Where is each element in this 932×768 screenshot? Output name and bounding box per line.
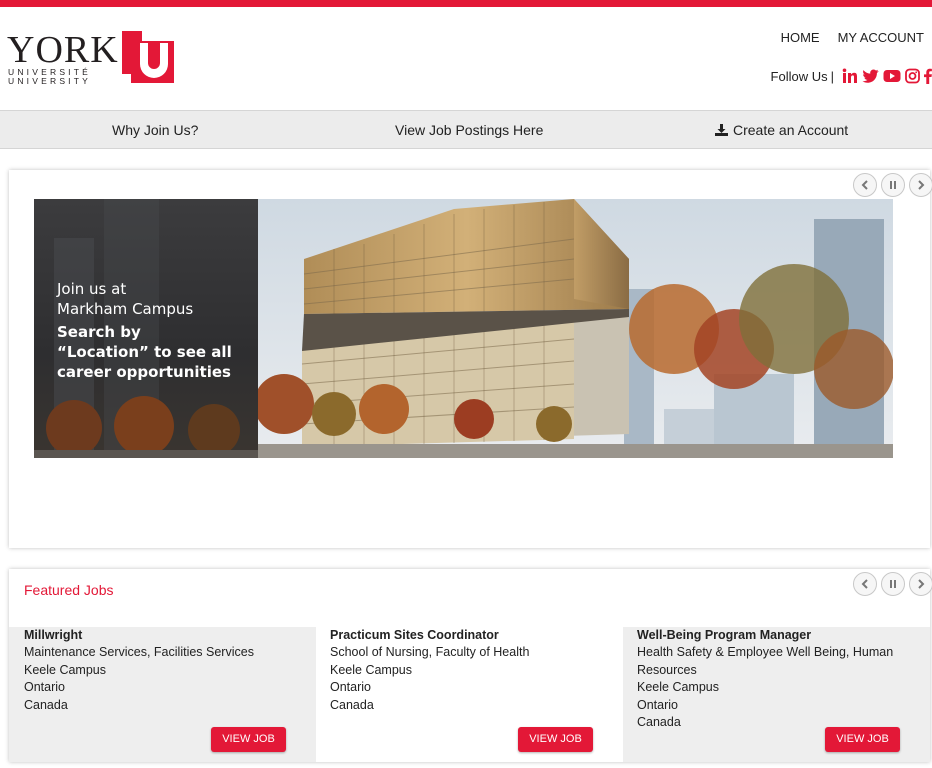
logo-english-line: UNIVERSITY bbox=[8, 76, 92, 86]
create-account-link[interactable]: Create an Account bbox=[715, 122, 848, 138]
logo-u-mark-icon bbox=[122, 31, 174, 83]
pause-icon bbox=[890, 181, 896, 189]
job-department: Maintenance Services, Facilities Service… bbox=[24, 645, 254, 660]
jobs-carousel-controls bbox=[853, 572, 932, 596]
job-country: Canada bbox=[330, 697, 374, 712]
follow-separator: | bbox=[830, 68, 834, 84]
markham-campus-banner[interactable]: Join us at Markham Campus Search by “Loc… bbox=[34, 199, 893, 458]
why-join-us-link[interactable]: Why Join Us? bbox=[112, 122, 198, 138]
banner-line-2: Markham Campus bbox=[57, 300, 194, 318]
york-university-logo[interactable]: YORK UNIVERSITÉ UNIVERSITY bbox=[7, 31, 177, 91]
facebook-icon[interactable] bbox=[924, 68, 932, 84]
job-province: Ontario bbox=[24, 680, 65, 695]
job-card-millwright: Millwright Maintenance Services, Facilit… bbox=[9, 627, 316, 762]
job-title[interactable]: Practicum Sites Coordinator bbox=[330, 627, 623, 644]
hero-prev-button[interactable] bbox=[853, 173, 877, 197]
logo-wordmark: YORK bbox=[7, 29, 119, 71]
job-country: Canada bbox=[24, 697, 68, 712]
banner-line-5: career opportunities bbox=[57, 363, 231, 381]
pause-icon bbox=[890, 580, 896, 588]
youtube-icon[interactable] bbox=[883, 68, 901, 84]
banner-line-4: “Location” to see all bbox=[57, 343, 232, 361]
job-campus: Keele Campus bbox=[24, 662, 106, 677]
main-menu-bar: Why Join Us? View Job Postings Here Crea… bbox=[0, 110, 932, 149]
job-campus: Keele Campus bbox=[330, 662, 412, 677]
view-job-postings-link[interactable]: View Job Postings Here bbox=[395, 122, 543, 138]
banner-line-1: Join us at bbox=[57, 280, 127, 298]
chevron-right-icon bbox=[918, 180, 925, 190]
twitter-icon[interactable] bbox=[862, 68, 879, 84]
jobs-next-button[interactable] bbox=[909, 572, 932, 596]
home-link[interactable]: HOME bbox=[781, 30, 820, 45]
chevron-left-icon bbox=[861, 180, 868, 190]
view-job-button[interactable]: VIEW JOB bbox=[825, 727, 900, 752]
jobs-pause-button[interactable] bbox=[881, 572, 905, 596]
download-icon bbox=[715, 124, 728, 136]
job-title[interactable]: Millwright bbox=[24, 627, 316, 644]
featured-jobs-section: Featured Jobs Millwright Maintenance Ser… bbox=[9, 569, 932, 762]
chevron-right-icon bbox=[918, 579, 925, 589]
banner-trees-decoration bbox=[34, 396, 258, 458]
chevron-left-icon bbox=[861, 579, 868, 589]
job-card-practicum-sites-coordinator: Practicum Sites Coordinator School of Nu… bbox=[316, 627, 623, 762]
job-province: Ontario bbox=[637, 697, 678, 712]
job-card-well-being-program-manager: Well-Being Program Manager Health Safety… bbox=[623, 627, 930, 762]
job-department: Health Safety & Employee Well Being, Hum… bbox=[637, 645, 894, 677]
job-department: School of Nursing, Faculty of Health bbox=[330, 645, 530, 660]
hero-pause-button[interactable] bbox=[881, 173, 905, 197]
hero-carousel: Join us at Markham Campus Search by “Loc… bbox=[9, 170, 932, 548]
banner-heading: Join us at Markham Campus bbox=[57, 279, 193, 319]
top-navigation: HOME MY ACCOUNT bbox=[781, 30, 924, 45]
job-campus: Keele Campus bbox=[637, 680, 719, 695]
job-title[interactable]: Well-Being Program Manager bbox=[637, 627, 930, 644]
job-province: Ontario bbox=[330, 680, 371, 695]
view-job-button[interactable]: VIEW JOB bbox=[518, 727, 593, 752]
jobs-prev-button[interactable] bbox=[853, 572, 877, 596]
create-account-label: Create an Account bbox=[733, 122, 849, 138]
hero-carousel-controls bbox=[853, 173, 932, 197]
instagram-icon[interactable] bbox=[905, 68, 920, 84]
site-header: YORK UNIVERSITÉ UNIVERSITY HOME MY ACCOU… bbox=[0, 7, 932, 110]
follow-label: Follow Us bbox=[770, 68, 828, 84]
featured-jobs-title: Featured Jobs bbox=[24, 582, 114, 598]
social-follow-bar: Follow Us | bbox=[771, 68, 932, 84]
linkedin-icon[interactable] bbox=[842, 68, 858, 84]
view-job-button[interactable]: VIEW JOB bbox=[211, 727, 286, 752]
banner-line-3: Search by bbox=[57, 323, 141, 341]
banner-subheading: Search by “Location” to see all career o… bbox=[57, 322, 232, 382]
hero-next-button[interactable] bbox=[909, 173, 932, 197]
top-accent-bar bbox=[0, 0, 932, 7]
my-account-link[interactable]: MY ACCOUNT bbox=[838, 30, 924, 45]
